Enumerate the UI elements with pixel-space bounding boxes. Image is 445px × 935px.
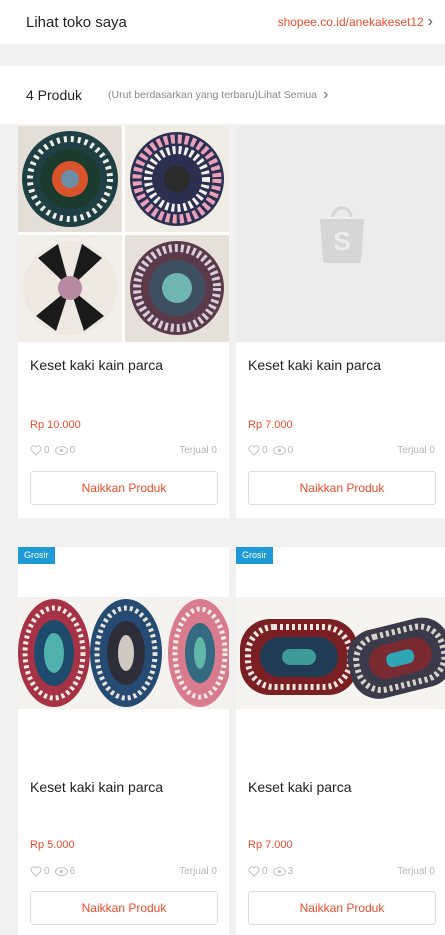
product-image[interactable] (18, 597, 229, 709)
boost-product-button[interactable]: Naikkan Produk (248, 891, 436, 925)
heart-icon (248, 445, 260, 456)
sold-count: Terjual 0 (397, 866, 435, 877)
sold-count: Terjual 0 (397, 445, 435, 456)
eye-icon (54, 446, 68, 455)
product-card[interactable]: S Keset kaki kain parca Rp 7.000 0 0 Ter… (236, 126, 445, 518)
shopee-bag-icon: S (319, 206, 364, 263)
sold-count: Terjual 0 (179, 866, 217, 877)
product-title: Keset kaki parca (248, 779, 352, 795)
product-stats: 0 6 Terjual 0 (30, 866, 217, 877)
heart-icon (30, 445, 42, 456)
view-shop-label: Lihat toko saya (26, 13, 127, 31)
product-image[interactable] (18, 126, 229, 342)
boost-product-button[interactable]: Naikkan Produk (30, 891, 218, 925)
product-price: Rp 7.000 (248, 839, 293, 851)
product-price: Rp 7.000 (248, 419, 293, 431)
product-title: Keset kaki kain parca (30, 357, 164, 373)
product-price: Rp 10.000 (30, 419, 81, 431)
view-count: 3 (287, 866, 294, 877)
product-card[interactable]: Keset kaki kain parca Rp 10.000 0 0 Terj… (18, 126, 229, 518)
product-stats: 0 0 Terjual 0 (248, 445, 435, 456)
like-count: 0 (262, 445, 268, 456)
view-count: 0 (287, 445, 294, 456)
boost-product-button[interactable]: Naikkan Produk (30, 471, 218, 505)
view-count: 0 (69, 445, 76, 456)
chevron-right-icon: › (427, 13, 433, 30)
product-stats: 0 0 Terjual 0 (30, 445, 217, 456)
product-card[interactable]: Grosir Keset kaki parca Rp 7.000 0 3 Ter… (236, 547, 445, 935)
boost-product-button[interactable]: Naikkan Produk (248, 471, 436, 505)
sort-note: (Urut berdasarkan yang terbaru) (108, 89, 259, 101)
product-image-placeholder[interactable]: S (236, 126, 445, 342)
heart-icon (248, 866, 260, 877)
products-header: 4 Produk (Urut berdasarkan yang terbaru)… (0, 66, 445, 124)
eye-icon (272, 446, 286, 455)
like-count: 0 (44, 866, 50, 877)
like-count: 0 (262, 866, 268, 877)
shop-url-link[interactable]: shopee.co.id/anekakeset12 › (278, 14, 433, 30)
product-stats: 0 3 Terjual 0 (248, 866, 435, 877)
svg-text:S: S (333, 226, 350, 256)
eye-icon (272, 867, 286, 876)
product-count: 4 Produk (26, 87, 83, 103)
wholesale-badge: Grosir (18, 547, 55, 564)
view-count: 6 (69, 866, 76, 877)
heart-icon (30, 866, 42, 877)
product-title: Keset kaki kain parca (248, 357, 382, 373)
chevron-right-icon[interactable]: › (323, 87, 328, 103)
see-all-link[interactable]: Lihat Semua (258, 89, 317, 101)
sold-count: Terjual 0 (179, 445, 217, 456)
product-image[interactable] (236, 597, 445, 709)
product-card[interactable]: Grosir Keset kaki kain parca Rp 5.000 0 … (18, 547, 229, 935)
eye-icon (54, 867, 68, 876)
view-shop-row[interactable]: Lihat toko saya shopee.co.id/anekakeset1… (0, 0, 445, 44)
product-title: Keset kaki kain parca (30, 779, 164, 795)
wholesale-badge: Grosir (236, 547, 273, 564)
shop-url-text: shopee.co.id/anekakeset12 (277, 15, 424, 29)
product-price: Rp 5.000 (30, 839, 75, 851)
like-count: 0 (44, 445, 50, 456)
